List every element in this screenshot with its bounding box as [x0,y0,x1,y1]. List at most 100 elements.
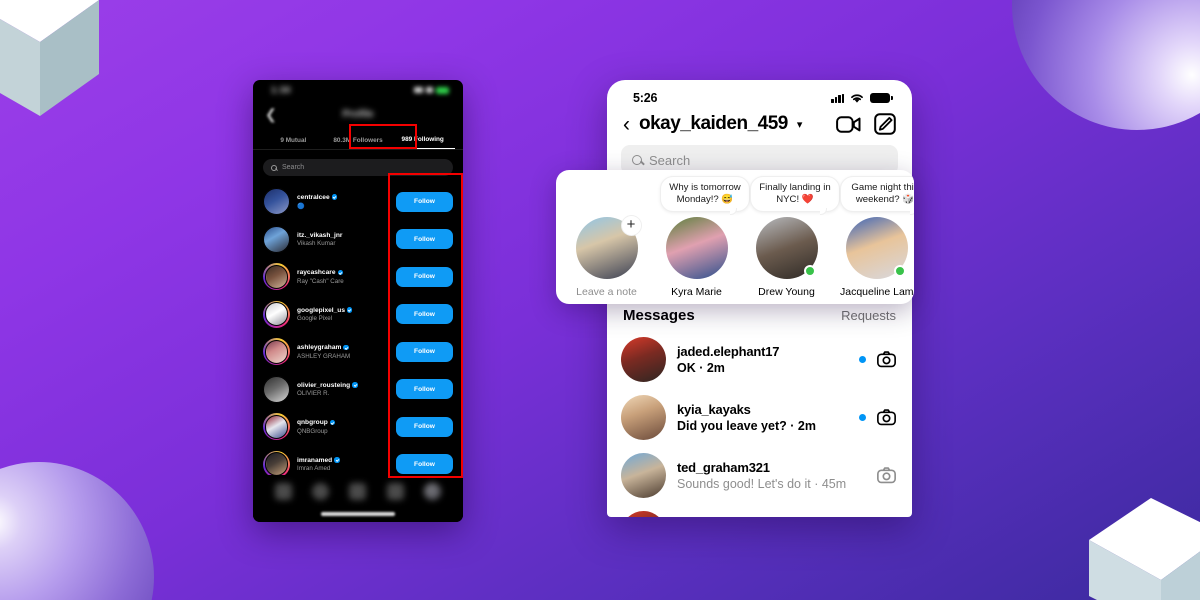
verified-badge-icon [352,382,358,388]
conversation-username: ted_graham321 [677,459,770,475]
instagram-following-list-phone: 1:30 ❮ Profile 9 Mutual 80.3M Followers … [253,80,463,522]
search-input[interactable]: Search [263,159,453,176]
following-account-list: centralcee 🔵 Follow itz._vikash_jnr Vika… [253,183,463,483]
note-leave-a-note[interactable]: + Leave a note [570,189,643,298]
plus-icon[interactable]: + [620,214,642,236]
video-call-icon[interactable] [836,115,861,134]
conversation-row[interactable]: jaded.elephant17 OK · 2m [607,330,912,388]
reels-icon[interactable] [349,483,367,500]
tab-mutual[interactable]: 9 Mutual [261,137,326,149]
cellular-bars-icon [414,87,423,93]
light-phone-status-bar: 5:26 [607,80,912,110]
follow-button[interactable]: Follow [396,304,453,325]
camera-icon[interactable] [877,350,896,369]
follow-button[interactable]: Follow [396,416,453,437]
account-fullname: QNBGroup [297,427,328,435]
conversation-list: jaded.elephant17 OK · 2m kyia_kayaks Did… [607,330,912,517]
wifi-icon [426,87,433,93]
conversation-row[interactable]: kyia_kayaks Did you leave yet? · 2m [607,388,912,446]
account-fullname: Google Pixel [297,315,333,322]
battery-icon [436,86,449,94]
camera-icon[interactable] [877,466,896,485]
follow-button[interactable]: Follow [396,454,453,475]
list-item[interactable]: centralcee 🔵 Follow [263,183,453,221]
account-fullname: Vikash Kumar [297,240,336,247]
cellular-bars-icon [831,93,844,103]
conversation-preview: Sounds good! Let's do it · 45m [677,476,847,491]
verified-badge-icon [329,419,336,426]
note-bubble[interactable]: Game night this weekend? 🎲 [840,176,914,215]
account-meta: imranamed Imran Amed [297,456,389,472]
tab-following[interactable]: 989 Following [390,136,456,149]
note-item[interactable]: Why is tomorrow Monday!? 😅 Kyra Marie [660,176,750,298]
requests-link[interactable]: Requests [841,308,896,323]
list-item[interactable]: raycashcare Ray "Cash" Care Follow [263,258,453,296]
conversation-meta: kyia_kayaks Did you leave yet? · 2m [677,402,848,433]
account-username: centralcee [297,193,330,201]
follow-button[interactable]: Follow [396,191,453,212]
list-item[interactable]: olivier_rousteing OLIVIER R. Follow [263,371,453,409]
profile-tabs: 9 Mutual 80.3M Followers 989 Following [253,128,463,150]
conversation-username: kyia_kayaks [677,401,751,417]
list-item[interactable]: itz._vikash_jnr Vikash Kumar Follow [263,221,453,259]
status-indicators [414,86,449,94]
list-item[interactable]: qnbgroup QNBGroup Follow [263,408,453,446]
avatar [263,338,290,366]
note-label: Kyra Marie [671,285,722,298]
status-time: 5:26 [633,91,658,105]
conversation-row[interactable]: ted_graham321 Sounds good! Let's do it ·… [607,446,912,504]
search-icon[interactable] [312,483,330,500]
avatar [263,225,290,253]
note-bubble[interactable]: Why is tomorrow Monday!? 😅 [660,176,750,215]
status-indicators [831,92,893,104]
camera-icon[interactable] [877,408,896,427]
compose-message-icon[interactable] [874,113,896,135]
account-username: imranamed [297,456,333,464]
battery-icon [870,93,893,103]
chevron-down-icon[interactable]: ▾ [797,118,803,131]
tab-followers[interactable]: 80.3M Followers [326,137,391,149]
dark-phone-header: ❮ Profile [253,100,463,128]
sphere-bottom-left-decoration [0,462,154,600]
sphere-top-right-decoration [1012,0,1200,130]
account-fullname: Ray "Cash" Care [297,277,344,285]
account-username[interactable]: okay_kaiden_459 [639,113,788,135]
follow-button[interactable]: Follow [396,229,453,250]
avatar [621,510,666,517]
conversation-preview: Did you leave yet? · 2m [677,418,816,433]
search-placeholder: Search [282,164,305,171]
avatar [621,452,666,498]
home-indicator [321,512,395,516]
verified-badge-icon [334,457,340,463]
account-meta: qnbgroup QNBGroup [297,419,389,435]
avatar [263,450,290,478]
note-bubble[interactable]: Finally landing in NYC! ❤️ [750,176,840,215]
follow-button[interactable]: Follow [396,341,453,362]
note-item[interactable]: Finally landing in NYC! ❤️ Drew Young [750,176,840,298]
verified-badge-icon [343,344,349,351]
back-icon[interactable]: ‹ [623,114,630,135]
account-username: qnbgroup [297,419,328,426]
list-item[interactable]: googlepixel_us Google Pixel Follow [263,296,453,334]
cube-bottom-right-decoration [1089,492,1200,600]
account-fullname: Imran Amed [297,465,331,472]
note-item[interactable]: Game night this weekend? 🎲 Jacqueline La… [840,176,914,298]
conversation-preview: OK · 2m [677,360,725,375]
avatar [263,413,290,441]
list-item[interactable]: ashleygraham ASHLEY GRAHAM Follow [263,333,453,371]
avatar [621,336,666,382]
profile-avatar[interactable] [423,483,441,500]
avatar [263,263,290,291]
unread-indicator [859,355,866,363]
avatar [665,216,728,279]
account-username: ashleygraham [297,344,342,351]
follow-button[interactable]: Follow [396,379,453,400]
home-icon[interactable] [275,483,293,500]
heart-icon[interactable] [386,483,404,500]
follow-button[interactable]: Follow [396,266,453,287]
conversation-username: jaded.elephant17 [677,343,780,359]
account-fullname: ASHLEY GRAHAM [297,352,351,360]
account-username: googlepixel_us [297,306,345,314]
conversation-row-partial[interactable] [607,504,912,517]
conversation-meta: jaded.elephant17 OK · 2m [677,344,848,375]
